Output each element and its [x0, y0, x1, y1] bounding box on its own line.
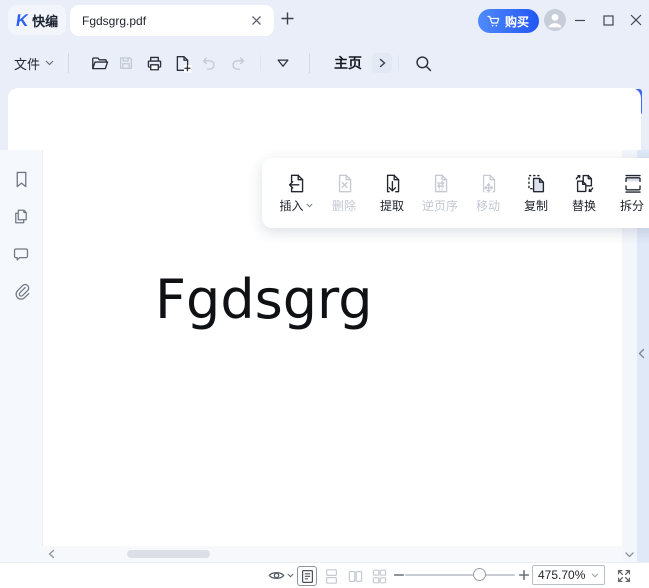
chevron-down-icon [591, 573, 599, 578]
minimize-button[interactable] [571, 12, 589, 28]
redo-icon[interactable] [228, 53, 248, 73]
page-tools-panel: 插入 删除 提取 12 逆页序 移动 [262, 158, 649, 228]
bookmark-icon[interactable] [12, 170, 31, 189]
document-tab-title: Fgdsgrg.pdf [82, 14, 251, 28]
scroll-down-icon[interactable] [625, 552, 634, 558]
search-icon[interactable] [413, 53, 433, 73]
zoom-in-button[interactable] [518, 569, 530, 581]
tab-home[interactable]: 主页 [334, 53, 362, 73]
left-sidebar [0, 150, 42, 562]
chevron-down-icon [45, 60, 54, 66]
status-bar: 475.70% [0, 562, 649, 588]
delete-label: 删除 [332, 197, 356, 214]
pages-panel-icon[interactable] [12, 207, 31, 226]
document-tab[interactable]: Fgdsgrg.pdf [70, 5, 274, 36]
divider [309, 53, 310, 73]
copy-page-button[interactable]: 复制 [515, 172, 557, 214]
open-file-icon[interactable] [89, 53, 109, 73]
save-icon[interactable] [116, 53, 136, 73]
reverse-order-button[interactable]: 12 逆页序 [419, 172, 461, 214]
page-reverse-icon: 12 [429, 172, 452, 195]
copy-label: 复制 [524, 197, 548, 214]
file-menu-label: 文件 [14, 54, 40, 73]
chevron-right-button[interactable] [372, 53, 392, 73]
page-move-icon [477, 172, 500, 195]
single-page-view-button[interactable] [297, 566, 317, 586]
document-text[interactable]: Fgdsgrg [155, 268, 373, 331]
continuous-view-button[interactable] [321, 566, 341, 586]
divider [398, 55, 399, 71]
horizontal-scrollbar[interactable] [42, 546, 622, 562]
reverse-order-label: 逆页序 [422, 197, 458, 214]
two-page-view-button[interactable] [345, 566, 365, 586]
app-logo[interactable]: K 快编 [8, 5, 66, 35]
two-page-continuous-view-button[interactable] [369, 566, 389, 586]
page-replace-icon [573, 172, 596, 195]
zoom-slider-knob[interactable] [473, 568, 486, 581]
title-bar: K 快编 Fgdsgrg.pdf 购买 [0, 0, 649, 40]
undo-icon[interactable] [199, 53, 219, 73]
replace-page-button[interactable]: 替换 [563, 172, 605, 214]
app-window: K 快编 Fgdsgrg.pdf 购买 [0, 0, 649, 588]
zoom-level-value: 475.70% [538, 568, 591, 582]
collapse-panel-icon[interactable] [638, 348, 645, 359]
app-logo-icon: K [15, 12, 30, 29]
insert-page-button[interactable]: 插入 [275, 172, 317, 214]
extract-page-button[interactable]: 提取 [371, 172, 413, 214]
page-copy-icon [525, 172, 548, 195]
extract-label: 提取 [380, 197, 404, 214]
zoom-slider[interactable] [405, 574, 515, 576]
fullscreen-icon[interactable] [616, 568, 632, 584]
attachments-panel-icon[interactable] [12, 281, 31, 300]
ribbon-toolbar: 手型工具 选择 页面 变换 [8, 88, 641, 150]
scroll-left-icon[interactable] [48, 549, 55, 559]
split-label: 拆分 [620, 197, 644, 214]
chevron-down-icon [306, 203, 313, 208]
toolbar-options-icon[interactable] [273, 53, 293, 73]
horizontal-scroll-thumb[interactable] [127, 550, 210, 558]
divider [260, 55, 261, 71]
page-delete-icon [333, 172, 356, 195]
close-button[interactable] [627, 12, 645, 28]
user-avatar[interactable] [544, 9, 566, 31]
menu-bar: 文件 主页 [0, 40, 649, 86]
view-mode-eye-button[interactable] [267, 567, 286, 584]
chevron-down-icon[interactable] [287, 573, 294, 578]
comments-panel-icon[interactable] [12, 244, 31, 263]
cart-icon [486, 14, 501, 28]
page-extract-icon [381, 172, 404, 195]
zoom-out-button[interactable] [393, 569, 405, 581]
tab-close-icon[interactable] [251, 15, 262, 26]
buy-button[interactable]: 购买 [478, 9, 539, 33]
move-page-button[interactable]: 移动 [467, 172, 509, 214]
divider [68, 53, 69, 73]
delete-page-button[interactable]: 删除 [323, 172, 365, 214]
insert-label: 插入 [279, 197, 303, 214]
file-menu[interactable]: 文件 [14, 54, 54, 73]
move-label: 移动 [476, 197, 500, 214]
page-insert-icon [285, 172, 308, 195]
new-page-icon[interactable] [172, 53, 192, 73]
print-icon[interactable] [144, 53, 164, 73]
zoom-level-input[interactable]: 475.70% [532, 565, 605, 585]
app-name: 快编 [32, 11, 58, 30]
replace-label: 替换 [572, 197, 596, 214]
page-split-icon [621, 172, 644, 195]
split-page-button[interactable]: 拆分 [611, 172, 649, 214]
maximize-button[interactable] [599, 12, 617, 28]
buy-button-label: 购买 [505, 13, 529, 30]
new-tab-button[interactable] [280, 11, 295, 26]
svg-text:12: 12 [437, 186, 443, 192]
